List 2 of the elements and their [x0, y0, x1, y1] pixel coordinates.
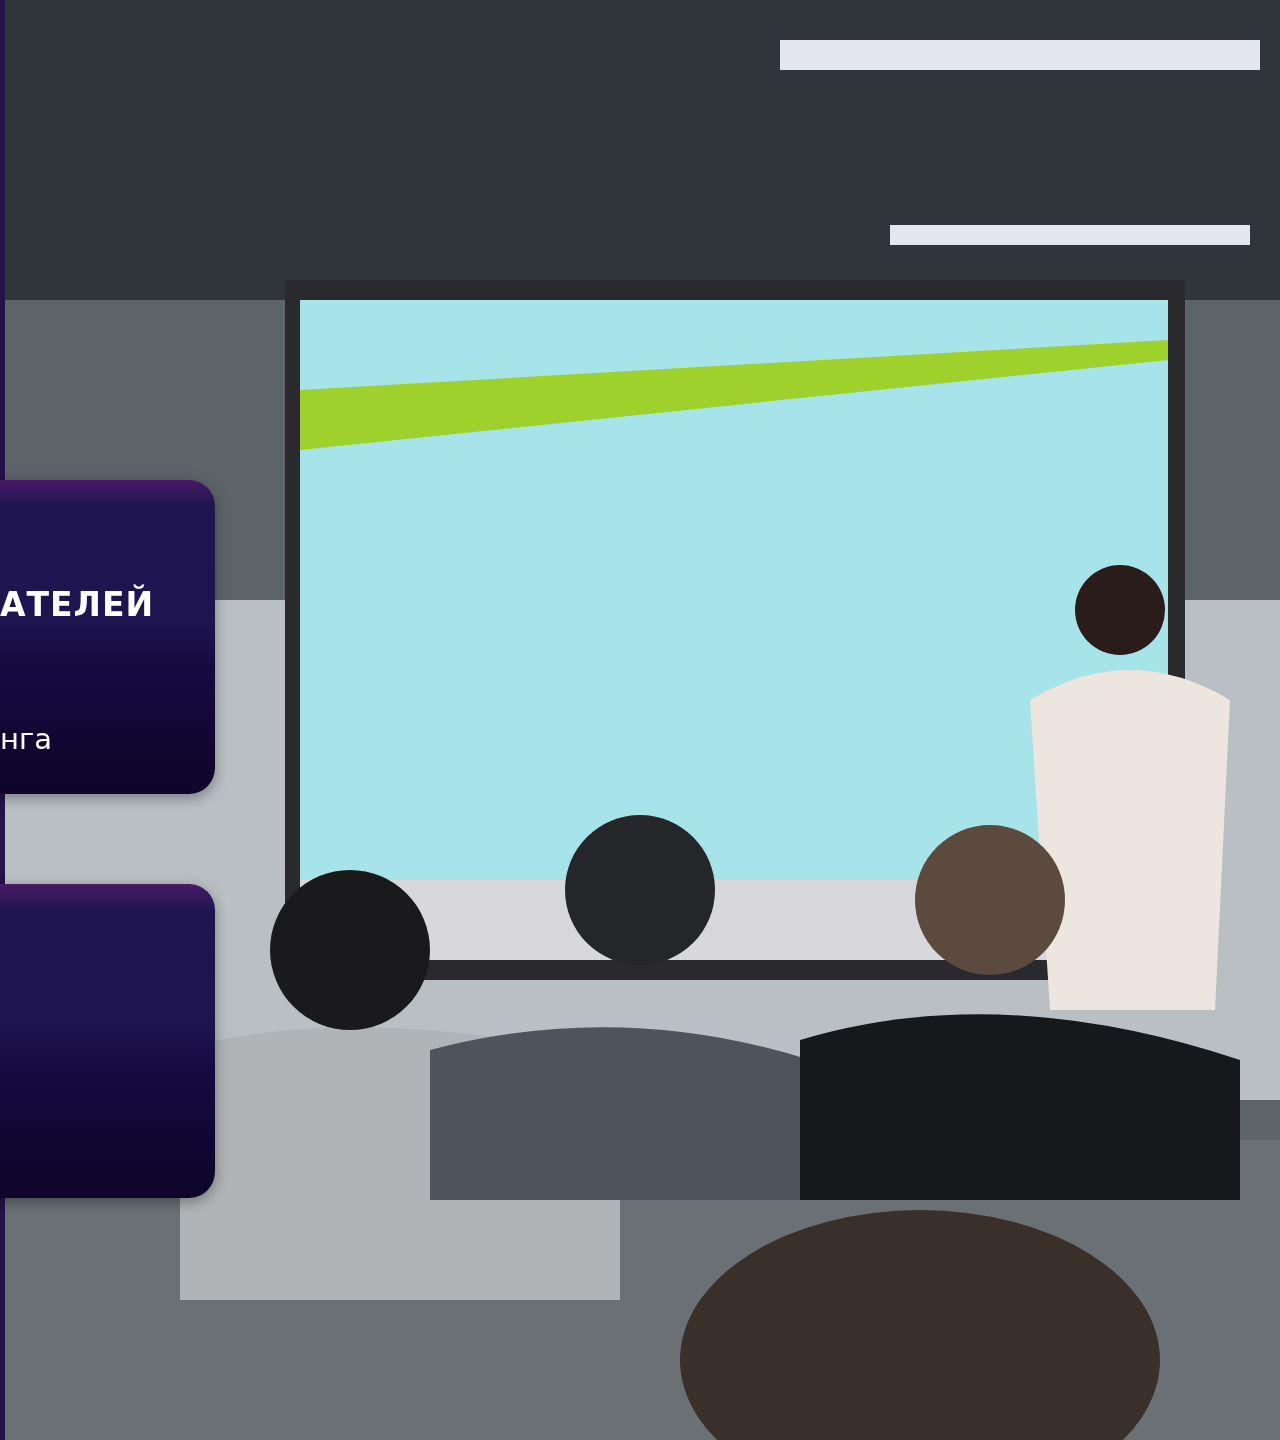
card-text: нга [0, 721, 53, 758]
card-title: АТЕЛЕЙ [0, 583, 156, 626]
